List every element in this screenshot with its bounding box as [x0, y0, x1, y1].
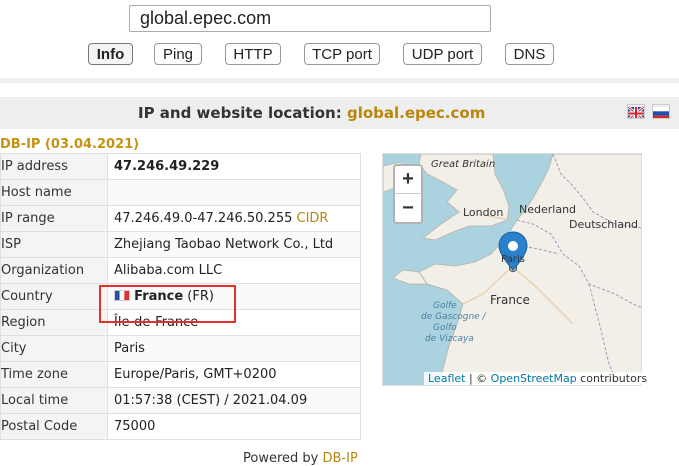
attribution-suffix: contributors — [576, 372, 648, 385]
map-label-great-britain: Great Britain — [431, 159, 496, 170]
row-key: IP address — [0, 153, 108, 180]
table-row: IP range 47.246.49.0-47.246.50.255 CIDR — [0, 205, 361, 232]
table-row: IP address 47.246.49.229 — [0, 153, 361, 180]
cidr-link[interactable]: CIDR — [297, 211, 329, 226]
row-key: Postal Code — [0, 413, 108, 440]
db-ip-link[interactable]: DB-IP — [323, 451, 358, 466]
row-key: Host name — [0, 179, 108, 206]
attribution-sep: | © — [465, 372, 491, 385]
zoom-in-button[interactable]: + — [393, 164, 423, 194]
table-row: City Paris — [0, 335, 361, 362]
postal-code-value: 75000 — [107, 413, 361, 440]
table-row: Host name — [0, 179, 361, 206]
organization-value: Alibaba.com LLC — [107, 257, 361, 284]
map-label-paris: Paris — [501, 254, 525, 265]
map-label-gascogne: de Gascogne / — [421, 312, 486, 322]
title-prefix: IP and website location: — [138, 104, 342, 122]
table-row: Time zone Europe/Paris, GMT+0200 — [0, 361, 361, 388]
map-label-golfe: Golfe — [433, 301, 457, 311]
ip-address-value: 47.246.49.229 — [107, 153, 361, 180]
separator-band — [0, 78, 679, 83]
leaflet-link[interactable]: Leaflet — [428, 372, 465, 385]
page-title: IP and website location: global.epec.com — [138, 104, 485, 122]
table-row: ISP Zhejiang Taobao Network Co., Ltd — [0, 231, 361, 258]
map-label-nederland: Nederland — [519, 203, 577, 216]
map-label-golfo: Golfo — [433, 323, 457, 333]
row-key: Region — [0, 309, 108, 336]
country-highlight-box — [99, 285, 236, 323]
row-key: Country — [0, 283, 108, 310]
ip-range-cell: 47.246.49.0-47.246.50.255 CIDR — [107, 205, 361, 232]
row-key: ISP — [0, 231, 108, 258]
row-key: IP range — [0, 205, 108, 232]
zoom-out-button[interactable]: − — [393, 194, 423, 224]
title-host: global.epec.com — [346, 104, 486, 122]
dns-button[interactable]: DNS — [505, 43, 554, 65]
host-search-input[interactable] — [129, 5, 491, 32]
uk-flag-icon[interactable] — [627, 104, 645, 119]
row-key: Organization — [0, 257, 108, 284]
local-time-value: 01:57:38 (CEST) / 2021.04.09 — [107, 387, 361, 414]
map-label-deutschland: Deutschland — [569, 218, 639, 231]
http-button[interactable]: HTTP — [225, 43, 281, 65]
table-row: Postal Code 75000 — [0, 413, 361, 440]
powered-by: Powered by DB-IP — [243, 451, 358, 466]
ip-range-value: 47.246.49.0-47.246.50.255 — [114, 211, 293, 226]
table-row: Organization Alibaba.com LLC — [0, 257, 361, 284]
row-key: Local time — [0, 387, 108, 414]
map-label-london: London — [463, 206, 504, 219]
isp-value: Zhejiang Taobao Network Co., Ltd — [107, 231, 361, 258]
time-zone-value: Europe/Paris, GMT+0200 — [107, 361, 361, 388]
map-label-vizcaya: de Vizcaya — [425, 334, 474, 344]
russia-flag-icon[interactable] — [652, 104, 670, 119]
osm-link[interactable]: OpenStreetMap — [491, 372, 577, 385]
powered-by-text: Powered by — [243, 451, 319, 466]
table-row: Local time 01:57:38 (CEST) / 2021.04.09 — [0, 387, 361, 414]
info-button[interactable]: Info — [88, 43, 133, 65]
row-key: Time zone — [0, 361, 108, 388]
map-label-france: France — [490, 293, 530, 307]
tcp-port-button[interactable]: TCP port — [304, 43, 380, 65]
ping-button[interactable]: Ping — [154, 43, 202, 65]
city-value: Paris — [107, 335, 361, 362]
map-attribution: Leaflet | © OpenStreetMap contributors — [424, 372, 652, 385]
udp-port-button[interactable]: UDP port — [403, 43, 482, 65]
row-key: City — [0, 335, 108, 362]
db-source-label: DB-IP (03.04.2021) — [0, 137, 140, 152]
host-name-value — [107, 179, 361, 206]
